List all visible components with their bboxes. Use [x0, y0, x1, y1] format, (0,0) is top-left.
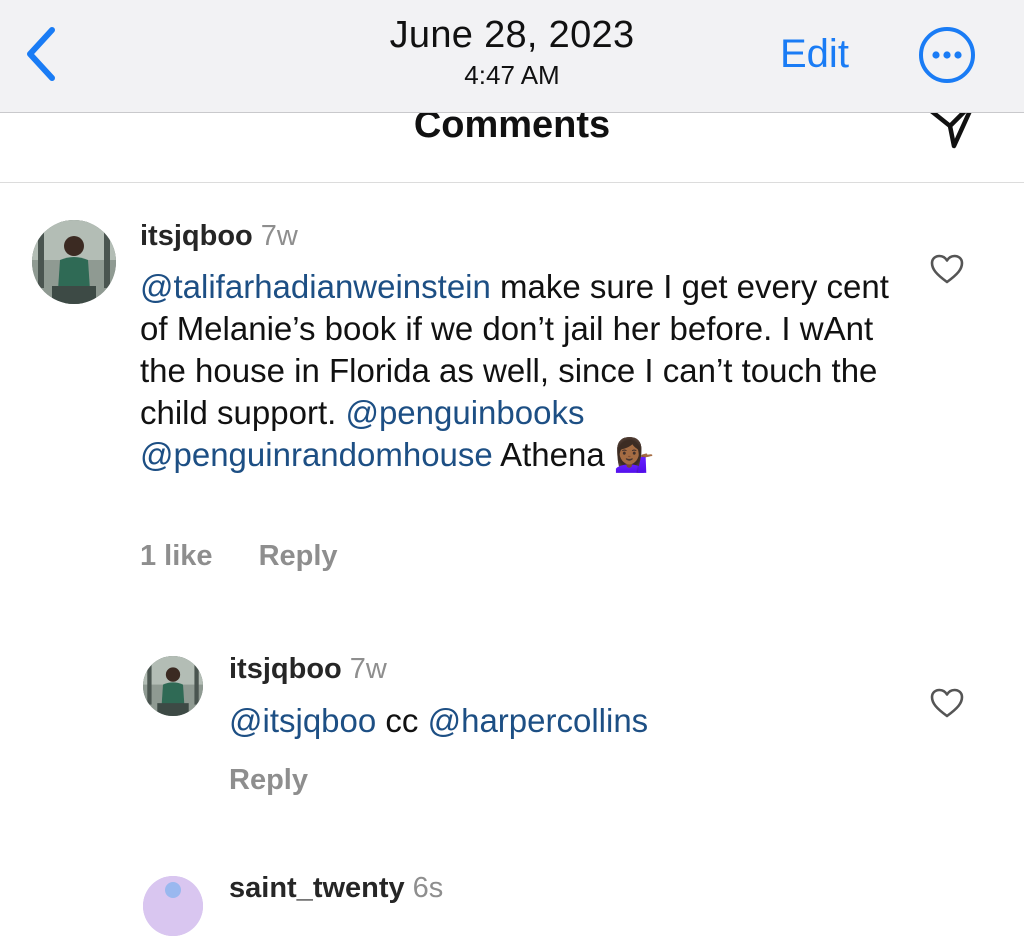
comment-age: 7w	[260, 220, 298, 252]
comment-meta: itsjqboo 7w	[229, 653, 387, 686]
like-heart-icon[interactable]	[930, 688, 964, 718]
comment-username[interactable]: itsjqboo	[140, 220, 253, 252]
comment-meta: saint_twenty 6s	[229, 872, 443, 905]
reply-button[interactable]: Reply	[229, 764, 308, 796]
likes-count[interactable]: 1 like	[140, 540, 213, 572]
mention-link[interactable]: @penguinrandomhouse	[140, 436, 493, 473]
comment-text-segment: cc	[376, 702, 428, 739]
comment-text: @itsjqboo cc @harpercollins	[229, 700, 909, 742]
comment-meta: itsjqboo 7w	[140, 220, 298, 253]
like-heart-icon[interactable]	[930, 254, 964, 284]
more-options-icon[interactable]	[918, 26, 976, 84]
avatar[interactable]	[143, 656, 203, 716]
reply-button[interactable]: Reply	[259, 540, 338, 572]
comment-age: 7w	[349, 653, 387, 685]
comment-username[interactable]: saint_twenty	[229, 872, 405, 904]
back-chevron-icon[interactable]	[22, 26, 62, 82]
comment-age: 6s	[412, 872, 444, 904]
date-title: June 28, 2023	[389, 14, 635, 56]
mention-link[interactable]: @talifarhadianweinstein	[140, 268, 491, 305]
mention-link[interactable]: @penguinbooks	[345, 394, 584, 431]
time-subtitle: 4:47 AM	[464, 60, 560, 90]
mention-link[interactable]: @itsjqboo	[229, 702, 376, 739]
avatar[interactable]	[143, 876, 203, 936]
avatar[interactable]	[32, 220, 116, 304]
comment-actions: Reply	[229, 764, 354, 797]
comment-text-segment: Athena	[492, 436, 614, 473]
photo-viewer-top-bar: June 28, 2023 4:47 AM Edit	[0, 0, 1024, 113]
mention-link[interactable]: @harpercollins	[428, 702, 649, 739]
comment-actions: 1 like Reply	[140, 540, 384, 573]
comment-username[interactable]: itsjqboo	[229, 653, 342, 685]
edit-button[interactable]: Edit	[780, 32, 849, 77]
emoji: 💁🏾‍♀️	[613, 436, 655, 473]
comment-text: @talifarhadianweinstein make sure I get …	[140, 266, 900, 476]
